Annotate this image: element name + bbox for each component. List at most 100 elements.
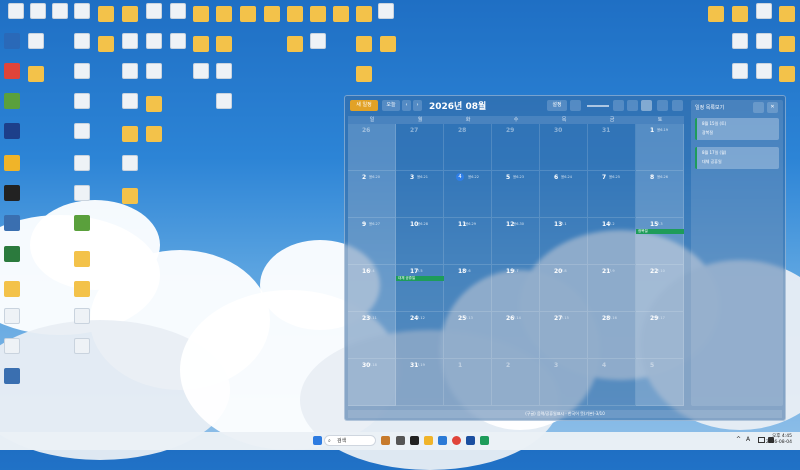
desktop-folder-icon[interactable] <box>4 281 20 297</box>
settings-button[interactable]: 설정 <box>547 100 567 111</box>
add-event-button[interactable]: 새 일정 <box>350 100 378 111</box>
day-cell[interactable]: 18 7.6 <box>444 265 492 312</box>
today-button[interactable]: 오늘 <box>382 100 400 111</box>
desktop-file-icon[interactable] <box>74 3 90 19</box>
desktop-app-icon[interactable] <box>4 368 20 384</box>
desktop-folder-icon[interactable] <box>193 6 209 22</box>
start-icon[interactable] <box>313 436 322 445</box>
tray-chevron-icon[interactable]: ^ <box>736 436 741 443</box>
day-cell[interactable]: 3 윤6.21 <box>396 171 444 218</box>
day-cell[interactable]: 16 7.4 <box>348 265 396 312</box>
desktop-file-icon[interactable] <box>74 185 90 201</box>
edge-browser-icon[interactable] <box>4 33 20 49</box>
desktop-file-icon[interactable] <box>216 93 232 109</box>
day-cell[interactable]: 27 <box>396 124 444 171</box>
event-bar[interactable]: 대체 공휴일 <box>396 276 444 281</box>
desktop-folder-icon[interactable] <box>28 66 44 82</box>
day-cell[interactable]: 8 윤6.26 <box>636 171 684 218</box>
desktop-file-icon[interactable] <box>170 33 186 49</box>
ime-indicator[interactable]: A <box>746 436 750 443</box>
day-cell[interactable]: 6 윤6.24 <box>540 171 588 218</box>
desktop-file-icon[interactable] <box>74 308 90 324</box>
day-cell[interactable]: 31 7.19 <box>396 359 444 406</box>
desktop-folder-icon[interactable] <box>779 36 795 52</box>
desktop-folder-icon[interactable] <box>74 281 90 297</box>
desktop-folder-icon[interactable] <box>216 36 232 52</box>
desktop-file-icon[interactable] <box>74 338 90 354</box>
desktop-file-icon[interactable] <box>122 155 138 171</box>
desktop-file-icon[interactable] <box>378 3 394 19</box>
day-cell[interactable]: 24 7.12 <box>396 312 444 359</box>
opacity-slider[interactable] <box>587 105 609 107</box>
chrome-icon[interactable] <box>452 436 461 445</box>
prev-month-button[interactable]: ‹ <box>402 100 411 111</box>
store-icon[interactable] <box>438 436 447 445</box>
file-explorer-icon[interactable] <box>424 436 433 445</box>
desktop-file-icon[interactable] <box>30 3 46 19</box>
search-input[interactable]: ⌕ 검색 <box>324 435 376 446</box>
day-cell[interactable]: 1 윤6.19 <box>636 124 684 171</box>
day-cell[interactable]: 2 윤6.20 <box>348 171 396 218</box>
day-cell[interactable]: 29 7.17 <box>636 312 684 359</box>
desktop-file-icon[interactable] <box>8 3 24 19</box>
desktop-file-icon[interactable] <box>74 33 90 49</box>
desktop-folder-icon[interactable] <box>216 6 232 22</box>
list-options-icon[interactable] <box>753 102 764 113</box>
calendar-view-icon[interactable] <box>641 100 652 111</box>
desktop-file-icon[interactable] <box>122 93 138 109</box>
day-cell[interactable]: 21 7.9 <box>588 265 636 312</box>
view-icon[interactable] <box>613 100 624 111</box>
desktop-folder-icon[interactable] <box>310 6 326 22</box>
search-icon[interactable] <box>657 100 668 111</box>
desktop-folder-icon[interactable] <box>732 6 748 22</box>
widgets-icon[interactable] <box>381 436 390 445</box>
desktop-folder-icon[interactable] <box>779 66 795 82</box>
app-icon[interactable] <box>410 436 419 445</box>
day-cell[interactable]: 27 7.15 <box>540 312 588 359</box>
desktop-folder-icon[interactable] <box>122 6 138 22</box>
desktop-file-icon[interactable] <box>193 63 209 79</box>
calendar-app-icon[interactable] <box>480 436 489 445</box>
day-cell[interactable]: 13 7.1 <box>540 218 588 265</box>
day-cell[interactable]: 28 7.16 <box>588 312 636 359</box>
desktop-file-icon[interactable] <box>4 308 20 324</box>
desktop-file-icon[interactable] <box>732 33 748 49</box>
desktop-app-icon[interactable] <box>4 185 20 201</box>
desktop-app-icon[interactable] <box>74 215 90 231</box>
desktop-app-icon[interactable] <box>4 215 20 231</box>
network-icon[interactable] <box>758 437 765 443</box>
day-cell[interactable]: 23 7.11 <box>348 312 396 359</box>
day-cell[interactable]: 9 윤6.27 <box>348 218 396 265</box>
desktop-file-icon[interactable] <box>146 63 162 79</box>
refresh-icon[interactable] <box>627 100 638 111</box>
desktop-file-icon[interactable] <box>74 93 90 109</box>
day-cell[interactable]: 2 <box>492 359 540 406</box>
event-list-item[interactable]: 8월 17일 (월) 대체 공휴일 <box>695 147 779 169</box>
day-cell[interactable]: 19 7.7 <box>492 265 540 312</box>
desktop-folder-icon[interactable] <box>356 66 372 82</box>
next-month-button[interactable]: › <box>413 100 422 111</box>
desktop-folder-icon[interactable] <box>98 36 114 52</box>
desktop-folder-icon[interactable] <box>287 36 303 52</box>
clock[interactable]: 오후 4:45 2026-08-04 <box>766 434 792 446</box>
desktop-app-icon[interactable] <box>4 123 20 139</box>
desktop-file-icon[interactable] <box>146 33 162 49</box>
day-cell[interactable]: 30 <box>540 124 588 171</box>
desktop-app-icon[interactable] <box>4 155 20 171</box>
day-cell[interactable]: 4 <box>588 359 636 406</box>
close-icon[interactable]: ✕ <box>767 102 778 113</box>
desktop-file-icon[interactable] <box>28 33 44 49</box>
desktop-file-icon[interactable] <box>122 63 138 79</box>
desktop-folder-icon[interactable] <box>333 6 349 22</box>
desktop-file-icon[interactable] <box>74 123 90 139</box>
desktop-folder-icon[interactable] <box>356 6 372 22</box>
day-cell[interactable]: 29 <box>492 124 540 171</box>
task-view-icon[interactable] <box>396 436 405 445</box>
desktop-folder-icon[interactable] <box>380 36 396 52</box>
desktop-folder-icon[interactable] <box>122 188 138 204</box>
desktop-folder-icon[interactable] <box>98 6 114 22</box>
desktop-folder-icon[interactable] <box>74 251 90 267</box>
day-cell[interactable]: 15 7.3 <box>636 218 684 265</box>
desktop-file-icon[interactable] <box>74 155 90 171</box>
desktop-file-icon[interactable] <box>52 3 68 19</box>
